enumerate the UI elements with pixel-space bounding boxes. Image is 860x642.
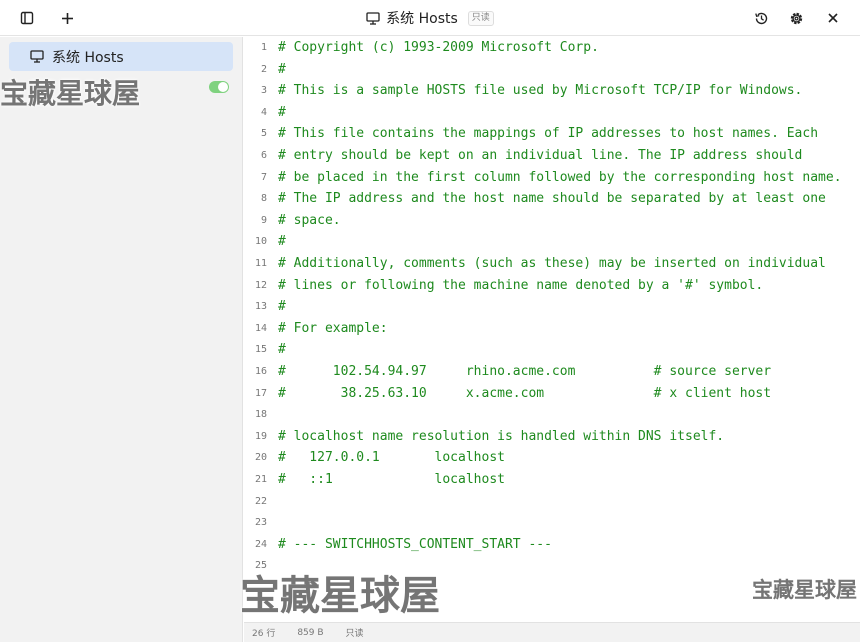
- code-text: # This file contains the mappings of IP …: [278, 126, 819, 142]
- code-text: # --- SWITCHHOSTS_CONTENT_START ---: [278, 536, 552, 552]
- code-line[interactable]: 9 # space.: [244, 212, 860, 234]
- code-text: # entry should be kept on an individual …: [278, 148, 803, 163]
- code-text: #: [278, 61, 286, 77]
- code-text: # Copyright (c) 1993-2009 Microsoft Corp…: [278, 40, 599, 55]
- line-number: 19: [254, 430, 267, 442]
- code-text: # Additionally, comments (such as these)…: [278, 256, 826, 271]
- close-button[interactable]: [821, 6, 845, 30]
- line-number: 1: [260, 42, 267, 53]
- code-text: # This is a sample HOSTS file used by Mi…: [278, 83, 803, 99]
- add-button[interactable]: [55, 6, 79, 30]
- sidebar-item-label: 系统 Hosts: [52, 49, 124, 66]
- code-text: # For example:: [278, 320, 388, 336]
- code-text: #: [278, 104, 286, 120]
- line-number: 17: [254, 387, 267, 399]
- line-number: 7: [260, 171, 267, 183]
- line-number: 12: [254, 279, 267, 291]
- code-line[interactable]: 5 # This file contains the mappings of IP…: [244, 125, 860, 147]
- code-text: #: [278, 299, 286, 315]
- title-bar: 系统 Hosts 只读: [0, 0, 860, 36]
- code-line[interactable]: 10 #: [244, 233, 860, 255]
- code-text: # space.: [278, 212, 341, 228]
- sidebar-item-system-hosts[interactable]: 系统 Hosts: [9, 42, 233, 71]
- code-text: # 38.25.63.10 x.acme.com # x client host: [278, 385, 772, 401]
- readonly-badge: 只读: [467, 10, 494, 26]
- status-bar: 26 行 859 B 只读: [244, 622, 860, 642]
- code-line[interactable]: 18: [244, 406, 860, 428]
- history-button[interactable]: [749, 6, 773, 30]
- watermark: 宝藏星球屋: [0, 77, 141, 110]
- code-text: # ::1 localhost: [278, 472, 505, 487]
- code-text: # 127.0.0.1 localhost: [278, 450, 505, 466]
- hosts-enable-toggle[interactable]: [209, 81, 229, 93]
- watermark: 宝藏星球屋: [752, 578, 857, 602]
- history-icon: [754, 12, 767, 24]
- code-text: #: [278, 342, 286, 358]
- code-line[interactable]: 17 # 38.25.63.10 x.acme.com # x client ho…: [244, 385, 860, 407]
- line-number: 5: [260, 128, 267, 140]
- line-number: 13: [254, 301, 267, 313]
- code-line[interactable]: 23: [244, 514, 860, 536]
- code-line[interactable]: 15 #: [244, 341, 860, 363]
- line-number: 4: [260, 106, 267, 118]
- line-number: 11: [254, 258, 267, 269]
- code-text: # lines or following the machine name de…: [278, 277, 764, 293]
- code-line[interactable]: 6 # entry should be kept on an individual…: [244, 147, 860, 169]
- code-text: # 102.54.94.97 rhino.acme.com # source s…: [278, 364, 772, 379]
- code-line[interactable]: 3 # This is a sample HOSTS file used by M…: [244, 82, 860, 104]
- line-number: 16: [254, 366, 267, 377]
- code-line[interactable]: 7 # be placed in the first column followe…: [244, 169, 860, 191]
- code-text: # localhost name resolution is handled w…: [278, 428, 725, 444]
- code-line[interactable]: 12 # lines or following the machine name …: [244, 277, 860, 299]
- code-line[interactable]: 2 #: [244, 61, 860, 83]
- file-size: 859 B: [297, 627, 324, 638]
- code-line[interactable]: 8 # The IP address and the host name shou…: [244, 190, 860, 212]
- code-text: #: [278, 234, 286, 250]
- code-line[interactable]: 24 # --- SWITCHHOSTS_CONTENT_START ---: [244, 536, 860, 558]
- code-line[interactable]: 19 # localhost name resolution is handled…: [244, 428, 860, 450]
- close-icon: [828, 13, 838, 23]
- line-number: 9: [260, 214, 267, 226]
- line-number: 2: [260, 63, 267, 75]
- line-number: 23: [254, 517, 267, 529]
- sidebar-toggle-button[interactable]: [15, 6, 39, 30]
- gear-icon: [790, 12, 802, 24]
- sidebar: 系统 Hosts: [0, 37, 243, 642]
- line-number: 15: [254, 344, 267, 356]
- code-line[interactable]: 21 # ::1 localhost: [244, 471, 860, 493]
- line-number: 18: [254, 409, 267, 421]
- line-count: 26 行: [252, 629, 276, 639]
- line-number: 10: [254, 236, 267, 248]
- plus-icon: [61, 12, 73, 24]
- readonly-status: 只读: [345, 629, 364, 639]
- line-number: 24: [254, 538, 267, 550]
- line-number: 14: [254, 322, 267, 334]
- code-text: # The IP address and the host name shoul…: [278, 191, 826, 207]
- line-number: 22: [254, 495, 267, 507]
- code-line[interactable]: 4 #: [244, 104, 860, 126]
- code-line[interactable]: 1 # Copyright (c) 1993-2009 Microsoft Cor…: [244, 39, 860, 61]
- window-title: 系统 Hosts 只读: [0, 0, 860, 36]
- code-line[interactable]: 14 # For example:: [244, 320, 860, 342]
- hosts-editor[interactable]: 1 # Copyright (c) 1993-2009 Microsoft Cor…: [244, 37, 860, 622]
- line-number: 8: [260, 193, 267, 205]
- code-line[interactable]: 22: [244, 493, 860, 515]
- monitor-icon: [30, 50, 44, 63]
- line-number: 21: [254, 474, 267, 485]
- code-line[interactable]: 16 # 102.54.94.97 rhino.acme.com # source…: [244, 363, 860, 385]
- code-line[interactable]: 20 # 127.0.0.1 localhost: [244, 449, 860, 471]
- settings-button[interactable]: [784, 6, 808, 30]
- window-title-text: 系统 Hosts: [386, 11, 458, 27]
- watermark: 宝藏星球屋: [240, 573, 440, 619]
- code-text: # be placed in the first column followed…: [278, 169, 842, 185]
- line-number: 3: [260, 85, 267, 97]
- code-line[interactable]: 11 # Additionally, comments (such as thes…: [244, 255, 860, 277]
- monitor-icon: [366, 11, 380, 25]
- code-line[interactable]: 13 #: [244, 298, 860, 320]
- line-number: 6: [260, 150, 267, 161]
- sidebar-toggle-icon: [20, 11, 34, 25]
- line-number: 20: [254, 452, 267, 464]
